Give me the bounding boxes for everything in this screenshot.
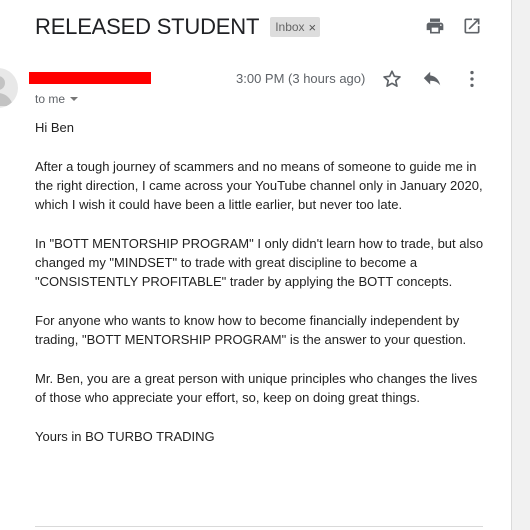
email-view: RELEASED STUDENT Inbox × 3:00 PM (3 hour… bbox=[0, 0, 530, 530]
body-paragraph: Mr. Ben, you are a great person with uni… bbox=[35, 370, 478, 406]
chevron-down-icon bbox=[70, 97, 79, 101]
default-avatar-icon bbox=[0, 68, 18, 108]
subject-row: RELEASED STUDENT Inbox × bbox=[35, 12, 321, 42]
reply-icon[interactable] bbox=[421, 69, 443, 89]
email-body: Hi Ben After a tough journey of scammers… bbox=[35, 118, 485, 465]
recipient-text: to me bbox=[35, 92, 66, 106]
divider bbox=[35, 526, 483, 527]
body-paragraph: After a tough journey of scammers and no… bbox=[35, 158, 483, 213]
body-paragraph: Yours in BO TURBO TRADING bbox=[35, 428, 215, 444]
message-time: 3:00 PM (3 hours ago) bbox=[236, 71, 366, 86]
star-icon[interactable] bbox=[381, 68, 403, 90]
email-subject: RELEASED STUDENT bbox=[35, 14, 260, 39]
more-vertical-icon[interactable] bbox=[461, 68, 483, 90]
remove-label-icon[interactable]: × bbox=[309, 21, 317, 34]
body-paragraph: Hi Ben bbox=[35, 120, 75, 135]
print-icon[interactable] bbox=[425, 16, 445, 36]
sender-redaction bbox=[29, 72, 151, 84]
inbox-label[interactable]: Inbox × bbox=[270, 17, 321, 37]
scrollbar[interactable] bbox=[511, 0, 530, 530]
recipient-details-toggle[interactable]: to me bbox=[35, 92, 79, 106]
open-in-new-window-icon[interactable] bbox=[462, 16, 482, 36]
body-paragraph: In "BOTT MENTORSHIP PROGRAM" I only didn… bbox=[35, 235, 484, 290]
inbox-label-text: Inbox bbox=[275, 20, 305, 34]
body-paragraph: For anyone who wants to know how to beco… bbox=[35, 312, 467, 348]
